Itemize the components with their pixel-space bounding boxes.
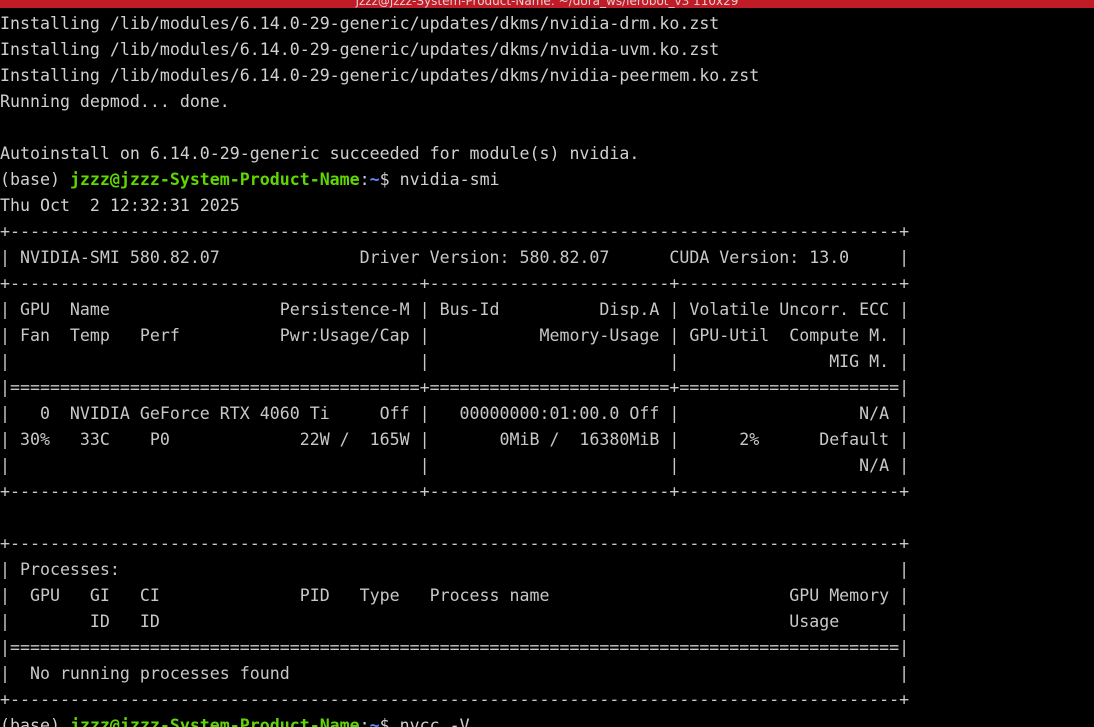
- output-line: Autoinstall on 6.14.0-29-generic succeed…: [0, 144, 640, 163]
- conda-env: (base): [0, 170, 70, 189]
- prompt-command: nvidia-smi: [399, 170, 500, 189]
- smi-table-line: +---------------------------------------…: [0, 482, 910, 501]
- prompt-path: ~: [369, 716, 380, 727]
- output-line: Installing /lib/modules/6.14.0-29-generi…: [0, 40, 720, 59]
- prompt-user-host: jzzz@jzzz-System-Product-Name: [69, 716, 360, 727]
- smi-table-line: | No running processes found |: [0, 664, 910, 683]
- smi-table-line: +---------------------------------------…: [0, 222, 910, 241]
- smi-table-line: | | | MIG M. |: [0, 352, 910, 371]
- smi-table-line: +---------------------------------------…: [0, 274, 910, 293]
- smi-table-line: | NVIDIA-SMI 580.82.07 Driver Version: 5…: [0, 248, 910, 267]
- prompt-symbol: $: [379, 170, 400, 189]
- smi-table-line: | Fan Temp Perf Pwr:Usage/Cap | Memory-U…: [0, 326, 910, 345]
- smi-table-line: | GPU GI CI PID Type Process name GPU Me…: [0, 586, 910, 605]
- smi-table-line: |=======================================…: [0, 638, 910, 657]
- smi-table-line: +---------------------------------------…: [0, 690, 910, 709]
- prompt-symbol: $: [379, 716, 400, 727]
- smi-table-line: | 30% 33C P0 22W / 165W | 0MiB / 16380Mi…: [0, 430, 910, 449]
- window-titlebar: jzzz@jzzz-System-Product-Name: ~/dora_ws…: [0, 0, 1094, 8]
- output-line: Running depmod... done.: [0, 92, 230, 111]
- smi-table-line: +---------------------------------------…: [0, 534, 910, 553]
- conda-env: (base): [0, 716, 70, 727]
- smi-table-line: | Processes: |: [0, 560, 910, 579]
- smi-table-line: | | | N/A |: [0, 456, 910, 475]
- smi-table-line: | 0 NVIDIA GeForce RTX 4060 Ti Off | 000…: [0, 404, 910, 423]
- prompt-command: nvcc -V: [399, 716, 470, 727]
- prompt-separator: :: [359, 170, 370, 189]
- prompt-separator: :: [359, 716, 370, 727]
- prompt-line: (base) jzzz@jzzz-System-Product-Name:~$ …: [0, 713, 1094, 727]
- terminal-output[interactable]: Installing /lib/modules/6.14.0-29-generi…: [0, 11, 1094, 727]
- prompt-line: (base) jzzz@jzzz-System-Product-Name:~$ …: [0, 167, 1094, 193]
- output-line: Installing /lib/modules/6.14.0-29-generi…: [0, 14, 720, 33]
- prompt-path: ~: [369, 170, 380, 189]
- smi-table-line: | ID ID Usage |: [0, 612, 910, 631]
- output-line: Thu Oct 2 12:32:31 2025: [0, 196, 240, 215]
- prompt-user-host: jzzz@jzzz-System-Product-Name: [69, 170, 360, 189]
- smi-table-line: |=======================================…: [0, 378, 910, 397]
- smi-table-line: [0, 505, 1094, 531]
- window-title: jzzz@jzzz-System-Product-Name: ~/dora_ws…: [355, 0, 739, 8]
- smi-table-line: | GPU Name Persistence-M | Bus-Id Disp.A…: [0, 300, 910, 319]
- output-line: Installing /lib/modules/6.14.0-29-generi…: [0, 66, 760, 85]
